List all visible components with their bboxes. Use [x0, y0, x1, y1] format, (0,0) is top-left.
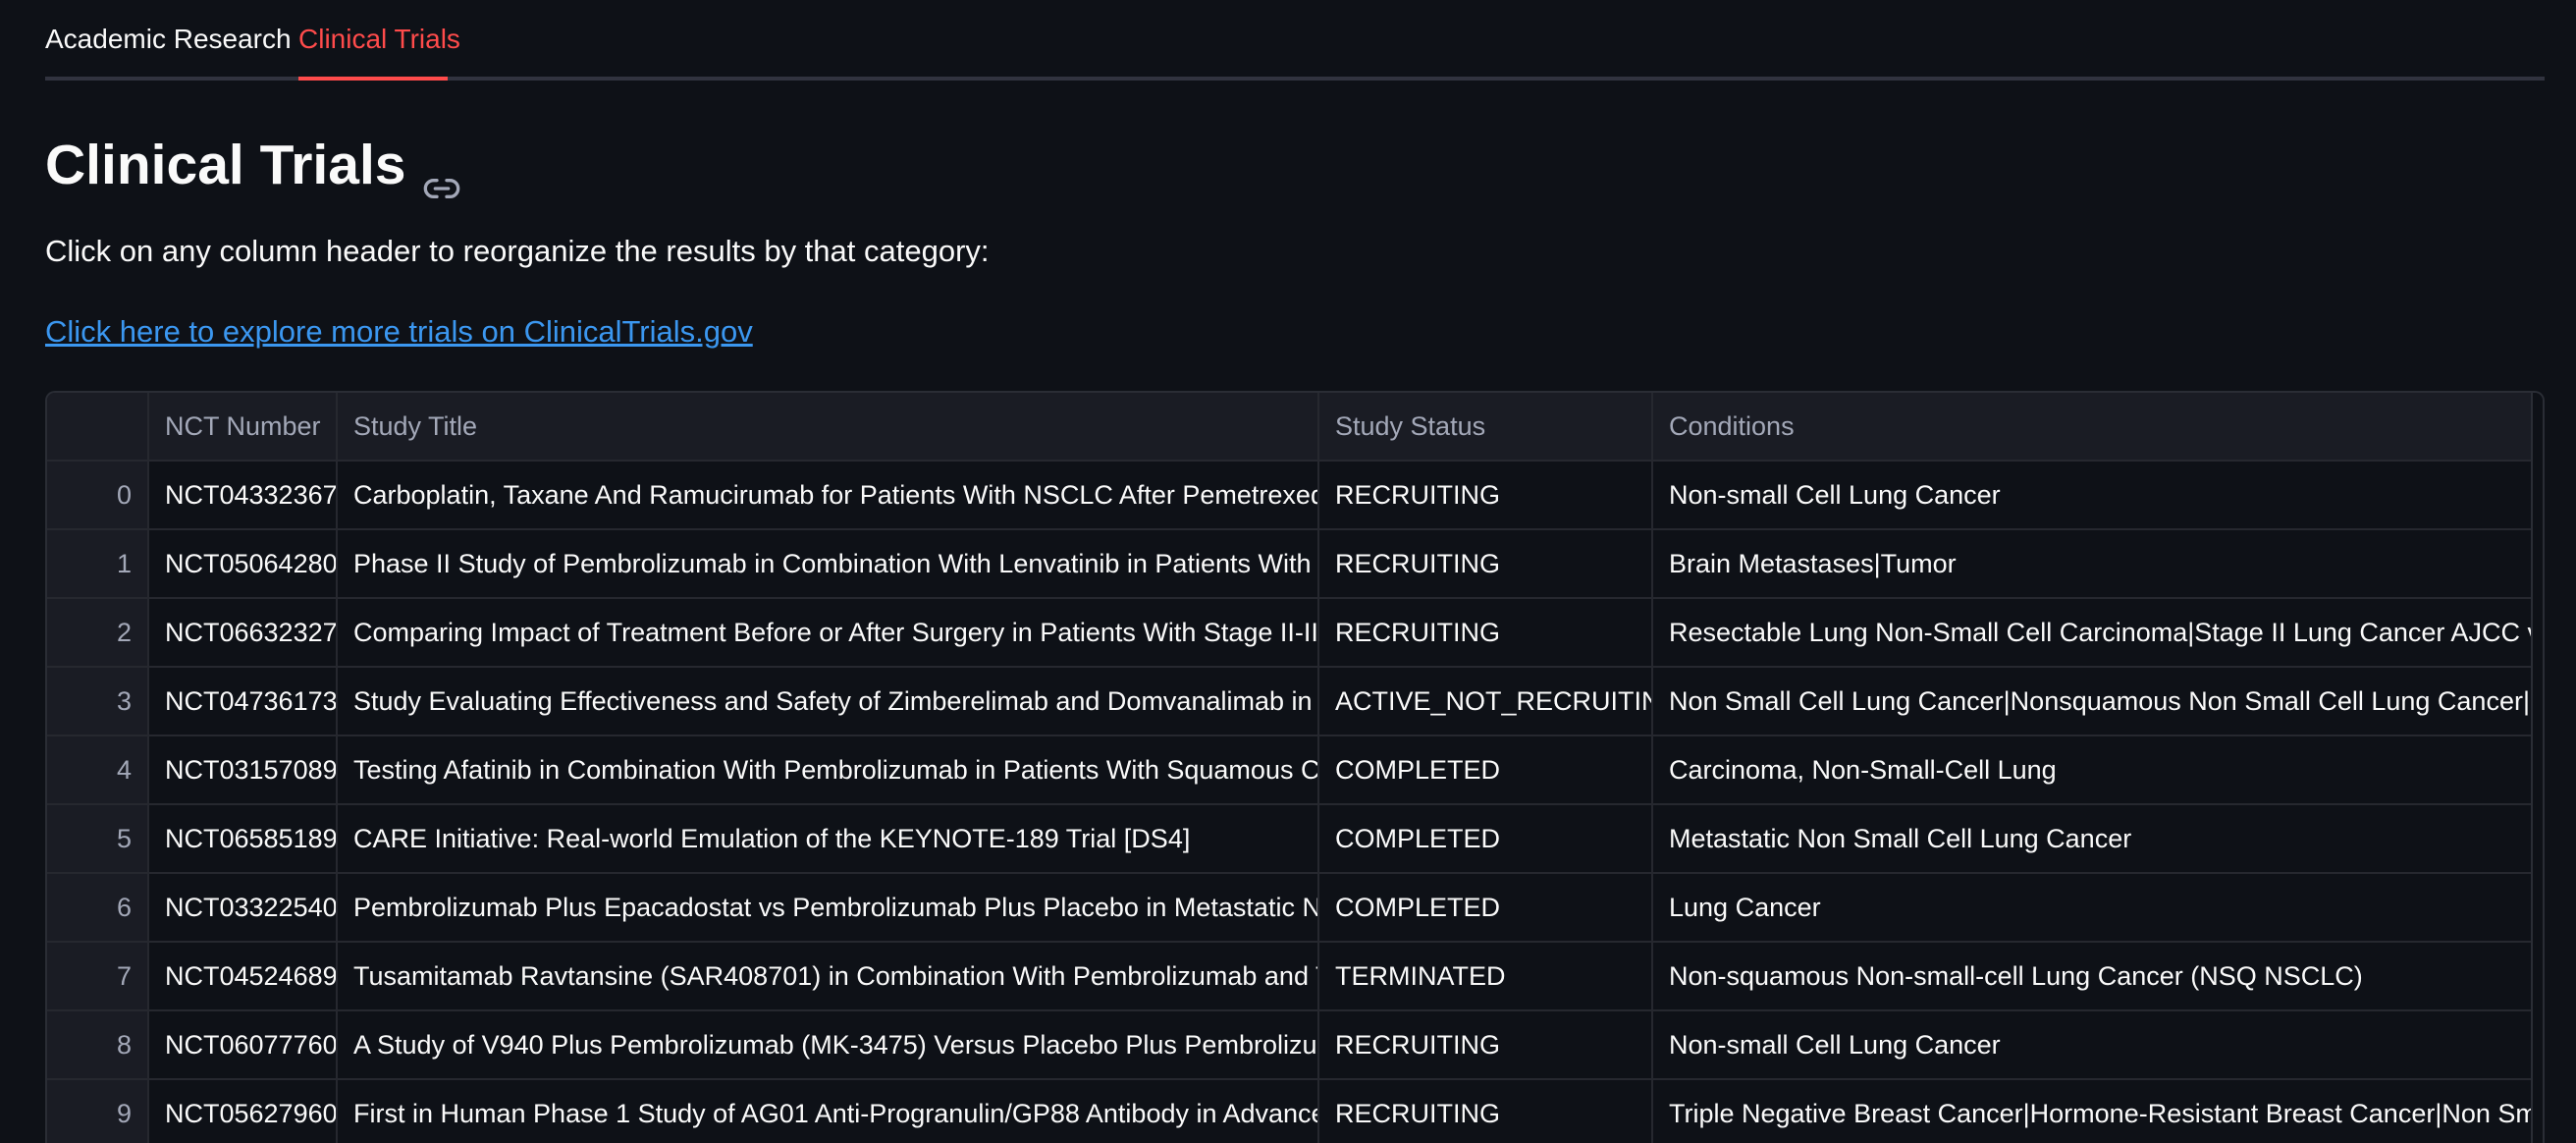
study-title-column-header[interactable]: Study Title: [338, 393, 1319, 460]
table-row[interactable]: 5 NCT06585189 CARE Initiative: Real-world …: [47, 805, 2543, 874]
study-title-cell[interactable]: Study Evaluating Effectiveness and Safet…: [338, 668, 1319, 735]
conditions-cell[interactable]: Metastatic Non Small Cell Lung Cancer: [1653, 805, 2543, 872]
conditions-cell[interactable]: Non-squamous Non-small-cell Lung Cancer …: [1653, 943, 2543, 1009]
conditions-cell[interactable]: Brain Metastases|Tumor: [1653, 530, 2543, 597]
nct-number-cell[interactable]: NCT04332367: [149, 462, 338, 528]
study-title-cell[interactable]: A Study of V940 Plus Pembrolizumab (MK-3…: [338, 1011, 1319, 1078]
trials-table[interactable]: NCT Number Study Title Study Status Cond…: [45, 391, 2545, 1143]
conditions-cell[interactable]: Carcinoma, Non-Small-Cell Lung: [1653, 736, 2543, 803]
study-status-cell[interactable]: TERMINATED: [1319, 943, 1653, 1009]
nct-number-cell[interactable]: NCT05627960: [149, 1080, 338, 1143]
study-status-cell[interactable]: RECRUITING: [1319, 1080, 1653, 1143]
study-status-cell[interactable]: COMPLETED: [1319, 736, 1653, 803]
nct-number-column-header[interactable]: NCT Number: [149, 393, 338, 460]
app-root: Academic Research Clinical Trials Clinic…: [0, 0, 2576, 1143]
nct-number-cell[interactable]: NCT03322540: [149, 874, 338, 941]
row-index-cell[interactable]: 9: [47, 1080, 149, 1143]
row-index-cell[interactable]: 7: [47, 943, 149, 1009]
study-title-cell[interactable]: CARE Initiative: Real-world Emulation of…: [338, 805, 1319, 872]
table-row[interactable]: 6 NCT03322540 Pembrolizumab Plus Epacadost…: [47, 874, 2543, 943]
table-row[interactable]: 1 NCT05064280 Phase II Study of Pembrolizu…: [47, 530, 2543, 599]
row-index-cell[interactable]: 8: [47, 1011, 149, 1078]
explore-clinicaltrials-link[interactable]: Click here to explore more trials on Cli…: [45, 312, 753, 352]
study-status-cell[interactable]: RECRUITING: [1319, 599, 1653, 666]
row-index-cell[interactable]: 5: [47, 805, 149, 872]
study-title-cell[interactable]: Pembrolizumab Plus Epacadostat vs Pembro…: [338, 874, 1319, 941]
nct-number-cell[interactable]: NCT03157089: [149, 736, 338, 803]
row-index-cell[interactable]: 3: [47, 668, 149, 735]
table-row[interactable]: 8 NCT06077760 A Study of V940 Plus Pembrol…: [47, 1011, 2543, 1080]
row-index-cell[interactable]: 1: [47, 530, 149, 597]
tab-clinical-trials[interactable]: Clinical Trials: [298, 22, 460, 77]
table-row[interactable]: 3 NCT04736173 Study Evaluating Effectivene…: [47, 668, 2543, 736]
study-title-cell[interactable]: Tusamitamab Ravtansine (SAR408701) in Co…: [338, 943, 1319, 1009]
tab-academic-research[interactable]: Academic Research: [45, 22, 292, 77]
nct-number-cell[interactable]: NCT06077760: [149, 1011, 338, 1078]
instructions-text: Click on any column header to reorganize…: [45, 234, 990, 268]
row-index-cell[interactable]: 2: [47, 599, 149, 666]
conditions-cell[interactable]: Lung Cancer: [1653, 874, 2543, 941]
study-status-cell[interactable]: RECRUITING: [1319, 1011, 1653, 1078]
study-title-cell[interactable]: First in Human Phase 1 Study of AG01 Ant…: [338, 1080, 1319, 1143]
study-status-column-header[interactable]: Study Status: [1319, 393, 1653, 460]
index-column-header[interactable]: [47, 393, 149, 460]
table-row[interactable]: 9 NCT05627960 First in Human Phase 1 Study…: [47, 1080, 2543, 1143]
study-status-cell[interactable]: RECRUITING: [1319, 462, 1653, 528]
page-title: Clinical Trials: [45, 134, 406, 196]
row-index-cell[interactable]: 6: [47, 874, 149, 941]
study-title-cell[interactable]: Carboplatin, Taxane And Ramucirumab for …: [338, 462, 1319, 528]
table-row[interactable]: 0 NCT04332367 Carboplatin, Taxane And Ramu…: [47, 462, 2543, 530]
study-title-cell[interactable]: Comparing Impact of Treatment Before or …: [338, 599, 1319, 666]
table-header-row: NCT Number Study Title Study Status Cond…: [47, 393, 2543, 462]
nct-number-cell[interactable]: NCT04736173: [149, 668, 338, 735]
table-row[interactable]: 4 NCT03157089 Testing Afatinib in Combinat…: [47, 736, 2543, 805]
study-status-cell[interactable]: COMPLETED: [1319, 874, 1653, 941]
conditions-cell[interactable]: Triple Negative Breast Cancer|Hormone-Re…: [1653, 1080, 2543, 1143]
study-status-cell[interactable]: COMPLETED: [1319, 805, 1653, 872]
table-row[interactable]: 7 NCT04524689 Tusamitamab Ravtansine (SAR4…: [47, 943, 2543, 1011]
table-scroll-edge[interactable]: [2531, 393, 2543, 1143]
nct-number-cell[interactable]: NCT06585189: [149, 805, 338, 872]
study-title-cell[interactable]: Testing Afatinib in Combination With Pem…: [338, 736, 1319, 803]
study-status-cell[interactable]: RECRUITING: [1319, 530, 1653, 597]
anchor-link-icon[interactable]: [422, 150, 461, 198]
conditions-column-header[interactable]: Conditions: [1653, 393, 2543, 460]
row-index-cell[interactable]: 4: [47, 736, 149, 803]
nct-number-cell[interactable]: NCT05064280: [149, 530, 338, 597]
conditions-cell[interactable]: Resectable Lung Non-Small Cell Carcinoma…: [1653, 599, 2543, 666]
tab-bar: Academic Research Clinical Trials: [45, 0, 2545, 81]
conditions-cell[interactable]: Non-small Cell Lung Cancer: [1653, 462, 2543, 528]
study-status-cell[interactable]: ACTIVE_NOT_RECRUITING: [1319, 668, 1653, 735]
page-title-wrapper: Clinical Trials: [45, 126, 461, 204]
active-tab-indicator: [298, 77, 448, 81]
table-row[interactable]: 2 NCT06632327 Comparing Impact of Treatmen…: [47, 599, 2543, 668]
row-index-cell[interactable]: 0: [47, 462, 149, 528]
conditions-cell[interactable]: Non Small Cell Lung Cancer|Nonsquamous N…: [1653, 668, 2543, 735]
conditions-cell[interactable]: Non-small Cell Lung Cancer: [1653, 1011, 2543, 1078]
study-title-cell[interactable]: Phase II Study of Pembrolizumab in Combi…: [338, 530, 1319, 597]
nct-number-cell[interactable]: NCT04524689: [149, 943, 338, 1009]
nct-number-cell[interactable]: NCT06632327: [149, 599, 338, 666]
